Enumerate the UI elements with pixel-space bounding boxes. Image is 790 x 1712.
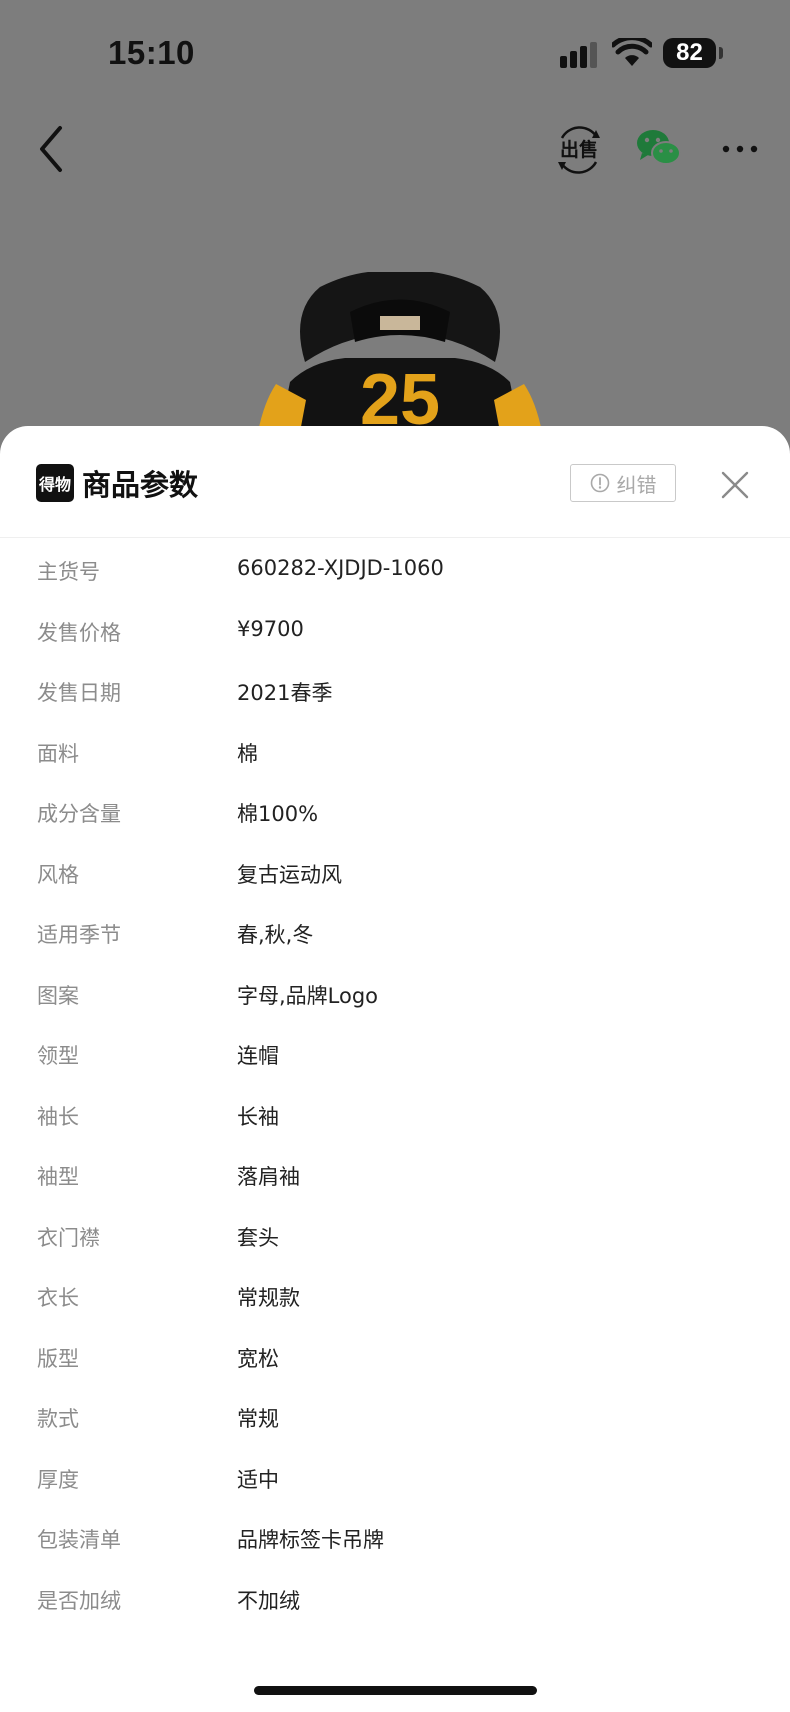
param-label: 主货号 xyxy=(37,560,100,584)
param-list: 主货号 660282-XJDJD-1060 发售价格 ¥9700 发售日期 2021春… xyxy=(0,540,790,1629)
sheet-header: 得物 商品参数 纠错 xyxy=(0,426,790,538)
param-row: 袖长 长袖 xyxy=(0,1085,790,1146)
param-value: 棉 xyxy=(237,741,258,766)
param-value: ¥9700 xyxy=(237,616,304,641)
param-value: 适中 xyxy=(237,1467,279,1492)
param-row: 风格 复古运动风 xyxy=(0,843,790,904)
param-label: 包装清单 xyxy=(37,1528,121,1552)
home-indicator[interactable] xyxy=(254,1686,537,1695)
param-value: 长袖 xyxy=(237,1104,279,1129)
param-label: 厚度 xyxy=(37,1467,79,1492)
param-value: 棉100% xyxy=(237,802,319,826)
wechat-icon[interactable] xyxy=(636,128,682,168)
param-value: 字母,品牌Logo xyxy=(237,983,379,1008)
param-value: 常规 xyxy=(237,1407,279,1431)
product-image: 25 xyxy=(258,272,542,432)
param-label: 是否加绒 xyxy=(37,1588,121,1613)
param-value: 常规款 xyxy=(237,1286,300,1310)
product-neck-tag xyxy=(380,316,420,330)
param-label: 版型 xyxy=(37,1346,79,1371)
param-label: 成分含量 xyxy=(37,802,121,826)
param-row: 适用季节 春,秋,冬 xyxy=(0,903,790,964)
param-label: 发售价格 xyxy=(37,620,121,645)
param-label: 发售日期 xyxy=(37,681,121,705)
params-sheet: 得物 商品参数 纠错 主货号 660282-XJDJD-1060 发售价格 ¥970… xyxy=(0,426,790,1712)
param-row: 成分含量 棉100% xyxy=(0,782,790,843)
param-row: 主货号 660282-XJDJD-1060 xyxy=(0,540,790,601)
param-row: 袖型 落肩袖 xyxy=(0,1145,790,1206)
battery-level: 82 xyxy=(676,39,703,66)
param-value: 660282-XJDJD-1060 xyxy=(237,556,444,580)
param-label: 衣长 xyxy=(37,1286,79,1310)
param-label: 袖长 xyxy=(37,1104,79,1129)
param-row: 版型 宽松 xyxy=(0,1327,790,1388)
param-value: 连帽 xyxy=(237,1044,279,1068)
param-row: 包装清单 品牌标签卡吊牌 xyxy=(0,1508,790,1569)
report-error-button[interactable]: 纠错 xyxy=(570,464,676,502)
param-row: 发售价格 ¥9700 xyxy=(0,601,790,662)
param-value: 春,秋,冬 xyxy=(237,923,314,947)
param-row: 图案 字母,品牌Logo xyxy=(0,964,790,1025)
param-row: 衣长 常规款 xyxy=(0,1266,790,1327)
param-value: 品牌标签卡吊牌 xyxy=(237,1528,384,1552)
report-error-label: 纠错 xyxy=(616,472,657,497)
signal-icon xyxy=(560,42,597,68)
param-value: 复古运动风 xyxy=(237,862,342,887)
sell-label: 出售 xyxy=(560,138,598,161)
param-label: 风格 xyxy=(37,862,79,887)
param-label: 袖型 xyxy=(37,1165,79,1189)
param-value: 2021春季 xyxy=(237,681,333,705)
wifi-icon xyxy=(612,38,652,66)
param-label: 款式 xyxy=(37,1407,79,1431)
battery-cap xyxy=(719,47,723,59)
brand-logo-text: 得物 xyxy=(38,475,71,494)
param-value: 宽松 xyxy=(237,1346,279,1371)
status-bar: 15:10 82 xyxy=(0,0,790,106)
param-row: 厚度 适中 xyxy=(0,1448,790,1509)
more-icon[interactable] xyxy=(720,136,760,162)
status-time: 15:10 xyxy=(108,34,195,71)
param-value: 不加绒 xyxy=(237,1588,300,1613)
brand-logo: 得物 xyxy=(36,464,74,502)
param-label: 面料 xyxy=(37,741,79,766)
param-label: 图案 xyxy=(37,983,79,1008)
param-value: 套头 xyxy=(237,1225,279,1250)
battery-icon: 82 xyxy=(663,38,716,68)
param-label: 衣门襟 xyxy=(37,1225,100,1250)
param-row: 领型 连帽 xyxy=(0,1024,790,1085)
sheet-title: 商品参数 xyxy=(82,468,199,502)
param-row: 发售日期 2021春季 xyxy=(0,661,790,722)
param-value: 落肩袖 xyxy=(237,1165,300,1189)
param-row: 面料 棉 xyxy=(0,722,790,783)
param-row: 款式 常规 xyxy=(0,1387,790,1448)
close-icon[interactable] xyxy=(720,470,750,500)
param-row: 衣门襟 套头 xyxy=(0,1206,790,1267)
alert-icon xyxy=(590,473,609,493)
param-label: 领型 xyxy=(37,1044,79,1068)
product-number: 25 xyxy=(360,360,440,432)
sell-icon[interactable]: 出售 xyxy=(556,124,602,174)
back-arrow-icon[interactable] xyxy=(30,120,78,178)
param-row: 是否加绒 不加绒 xyxy=(0,1569,790,1630)
param-label: 适用季节 xyxy=(37,923,121,947)
